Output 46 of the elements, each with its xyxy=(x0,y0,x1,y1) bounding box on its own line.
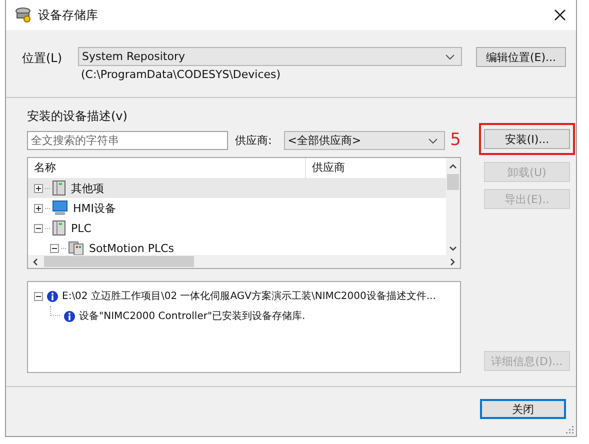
chevron-icon xyxy=(445,54,455,60)
tree-item-label: SotMotion PLCs xyxy=(89,242,174,254)
expand-toggle[interactable] xyxy=(34,204,43,212)
device-stack-icon xyxy=(14,7,32,23)
collapse-toggle[interactable] xyxy=(50,244,59,252)
expand-toggle[interactable] xyxy=(34,184,43,192)
message-text: 设备"NIMC2000 Controller"已安装到设备存储库. xyxy=(79,310,306,323)
resize-grip-icon[interactable] xyxy=(566,426,574,434)
scroll-thumb[interactable] xyxy=(44,256,194,267)
scroll-down-icon xyxy=(449,246,457,251)
info-icon xyxy=(47,290,58,302)
rack-icon xyxy=(68,240,84,255)
vertical-scrollbar[interactable] xyxy=(446,158,460,255)
vendor-label: 供应商: xyxy=(235,133,273,148)
tree-item-label: PLC xyxy=(71,222,92,234)
chevron-icon xyxy=(428,138,438,144)
edit-location-button[interactable]: 编辑位置(E)... xyxy=(476,47,566,67)
close-icon[interactable] xyxy=(554,9,566,21)
window-title: 设备存储库 xyxy=(38,6,99,24)
tree-row[interactable]: PLC xyxy=(28,218,446,238)
scroll-right-icon xyxy=(450,258,455,266)
tree-row[interactable]: HMI设备 xyxy=(28,198,446,218)
vendor-dropdown[interactable]: <全部供应商> xyxy=(284,131,446,150)
scroll-thumb[interactable] xyxy=(447,174,459,190)
column-header[interactable]: 供应商 xyxy=(306,158,345,178)
info-icon xyxy=(64,310,75,322)
cabinet-icon xyxy=(52,220,66,236)
location-dropdown[interactable]: System Repository xyxy=(78,47,462,66)
close-button[interactable]: 关闭 xyxy=(480,399,566,419)
scroll-up-icon xyxy=(449,164,457,169)
location-path: (C:\ProgramData\CODESYS\Devices) xyxy=(81,68,282,81)
cabinet-icon xyxy=(52,180,66,196)
message-text: E:\02 立迈胜工作项目\02 一体化伺服AGV方案演示工装\NIMC2000设备描述文件... xyxy=(62,290,436,303)
tree-row[interactable]: 其他项 xyxy=(28,178,446,198)
step-number: 5 xyxy=(450,131,461,150)
monitor-icon xyxy=(52,200,68,216)
tree-item-label: HMI设备 xyxy=(73,200,116,216)
section-label: 安装的设备描述(v) xyxy=(27,108,128,125)
side-button[interactable]: 安装(I)... xyxy=(484,129,570,149)
location-label: 位置(L) xyxy=(22,50,64,67)
collapse-toggle[interactable] xyxy=(34,224,43,232)
search-field[interactable]: 全文搜索的字符串 xyxy=(27,131,228,150)
scroll-left-icon xyxy=(33,258,38,266)
collapse-toggle[interactable] xyxy=(34,292,43,300)
tree-item-label: 其他项 xyxy=(71,180,104,196)
horizontal-scrollbar[interactable] xyxy=(28,255,460,268)
